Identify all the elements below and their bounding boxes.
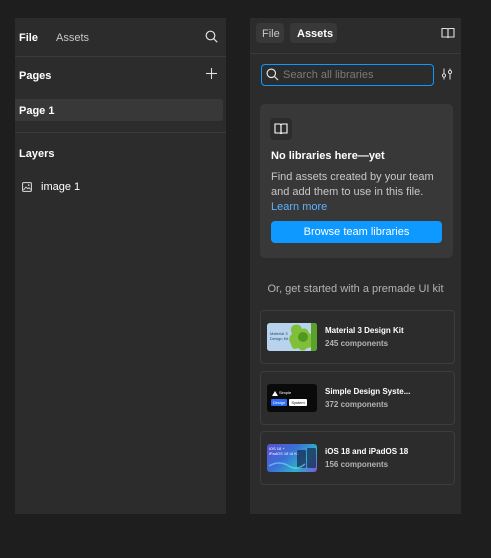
material-kit-thumbnail: Material 3 Design Kit: [267, 323, 317, 351]
left-tab-bar: File Assets: [15, 18, 226, 57]
add-page-icon[interactable]: [206, 68, 217, 79]
search-icon: [266, 68, 279, 81]
page-item[interactable]: Page 1: [15, 99, 223, 121]
library-search-input[interactable]: [283, 67, 428, 83]
library-book-icon: [270, 118, 292, 140]
simple-kit-word-2: Design: [271, 399, 287, 406]
pages-section-header: Pages: [15, 57, 226, 93]
tab-file[interactable]: File: [19, 32, 38, 44]
simple-kit-word-3: System: [289, 399, 307, 406]
ui-kit-count: 156 components: [325, 460, 389, 469]
layers-title: Layers: [19, 148, 55, 160]
ui-kit-item-material-3[interactable]: Material 3 Design Kit Material 3 Design …: [260, 310, 455, 364]
layer-item-label: image 1: [41, 181, 81, 193]
tab-file[interactable]: File: [256, 23, 284, 43]
ui-kit-count: 245 components: [325, 339, 389, 348]
learn-more-link[interactable]: Learn more: [271, 201, 327, 213]
simple-design-kit-thumbnail: Simple Design System: [267, 384, 317, 412]
material-kit-thumbnail-label: Material 3 Design Kit: [270, 331, 289, 341]
ui-kits-heading: Or, get started with a premade UI kit: [267, 283, 444, 295]
tab-assets-label: Assets: [297, 28, 334, 40]
ios-kit-thumbnail: iOS 18 + iPadOS 18 Ul Kit: [267, 444, 317, 472]
ui-kit-item-ios-18[interactable]: iOS 18 + iPadOS 18 Ul Kit iOS 18 and iPa…: [260, 431, 455, 485]
pages-title: Pages: [19, 70, 52, 82]
ui-kit-name: iOS 18 and iPadOS 18: [325, 447, 409, 456]
simple-kit-word-1: Simple: [279, 390, 292, 395]
empty-state-title: No libraries here—yet: [271, 150, 385, 162]
page-item-label: Page 1: [19, 105, 55, 117]
browse-team-libraries-button[interactable]: Browse team libraries: [271, 221, 442, 243]
tab-assets[interactable]: Assets: [290, 23, 337, 43]
tab-file-label: File: [262, 28, 280, 40]
ui-kit-item-simple-design-system[interactable]: Simple Design System Simple Design Syste…: [260, 371, 455, 425]
filter-icon[interactable]: [441, 68, 453, 80]
layer-item[interactable]: image 1: [15, 176, 226, 198]
left-panel: File Assets Pages Page 1 Layers image 1: [15, 18, 226, 514]
empty-libraries-card: No libraries here—yet Find assets create…: [260, 104, 453, 258]
search-icon[interactable]: [205, 30, 218, 43]
right-panel: File Assets No libraries here—yet Find a…: [250, 18, 461, 514]
ui-kit-count: 372 components: [325, 400, 389, 409]
divider: [15, 132, 226, 133]
tab-assets[interactable]: Assets: [56, 32, 89, 44]
triangle-logo-icon: [272, 391, 278, 396]
empty-state-description: Find assets created by your team and add…: [271, 171, 434, 198]
ui-kit-name: Simple Design Syste...: [325, 387, 411, 396]
image-icon: [22, 182, 32, 192]
ui-kit-name: Material 3 Design Kit: [325, 326, 404, 335]
right-tab-bar: File Assets: [250, 18, 461, 54]
library-book-icon[interactable]: [441, 27, 455, 39]
library-search-field[interactable]: [261, 64, 434, 86]
